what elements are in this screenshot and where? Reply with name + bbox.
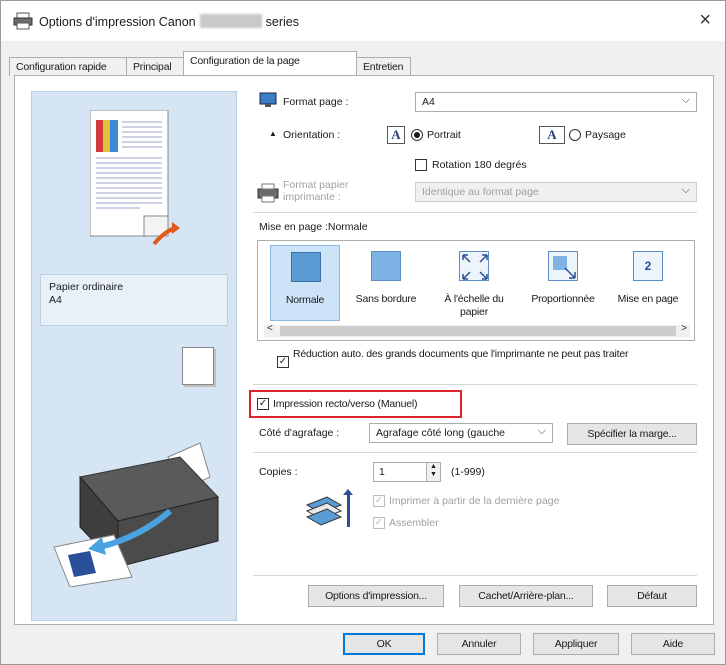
layout-item-label: Normale (285, 294, 325, 306)
stamp-background-button[interactable]: Cachet/Arrière-plan... (459, 585, 593, 607)
fit-to-page-icon (459, 251, 489, 281)
specify-margin-button[interactable]: Spécifier la marge... (567, 423, 697, 445)
duplex-checkbox[interactable]: ✓ (257, 398, 269, 410)
default-button[interactable]: Défaut (607, 585, 697, 607)
window-title: Options d'impression Canon series (39, 14, 299, 29)
print-last-first-label: Imprimer à partir de la dernière page (389, 495, 560, 507)
page-preview-icon (89, 109, 182, 253)
multi-page-layout-icon: 2 (633, 251, 663, 281)
printer-paper-label: Format papier imprimante : (283, 179, 348, 203)
cancel-button[interactable]: Annuler (437, 633, 521, 655)
format-page-value: A4 (422, 96, 435, 108)
normal-layout-icon (291, 252, 321, 282)
layout-scrollbar[interactable]: < > (264, 323, 690, 337)
print-last-first-checkbox[interactable]: ✓ (373, 495, 385, 507)
auto-reduce-label: Réduction auto. des grands documents que… (293, 348, 629, 360)
redacted-model (199, 14, 262, 28)
paper-type: Papier ordinaire (49, 281, 124, 293)
paper-thumbnail-icon (182, 347, 214, 385)
portrait-label: Portrait (427, 129, 461, 141)
rotation-label: Rotation 180 degrés (432, 159, 527, 171)
chevron-down-icon: ⌵ (681, 94, 690, 106)
collate-checkbox[interactable]: ✓ (373, 517, 385, 529)
printer-paper-label-line2: imprimante : (283, 191, 341, 203)
copies-stepper[interactable]: ▲ ▼ (426, 463, 440, 481)
tab-configuration-rapide[interactable]: Configuration rapide (9, 57, 127, 76)
layout-selector: Normale Sans bordure À l'échelle du papi… (257, 240, 695, 341)
scrollbar-thumb[interactable] (280, 326, 676, 336)
layout-item-label: Proportionnée (531, 293, 595, 305)
layout-item-sans-bordure[interactable]: Sans bordure (348, 245, 424, 321)
tab-configuration-de-la-page[interactable]: Configuration de la page (183, 51, 357, 75)
print-options-button[interactable]: Options d'impression... (308, 585, 444, 607)
printer-paper-label-line1: Format papier (283, 179, 349, 191)
collate-label: Assembler (389, 517, 439, 529)
layout-item-label: À l'échelle du papier (444, 293, 504, 318)
chevron-down-icon: ⌵ (681, 184, 690, 196)
printer-paper-icon (256, 183, 280, 206)
scaled-layout-icon (548, 251, 578, 281)
title-bar: Options d'impression Canon series × (1, 1, 725, 41)
print-options-window: Options d'impression Canon series × Confi… (0, 0, 726, 665)
separator (253, 212, 697, 213)
portrait-orientation-icon: A (387, 126, 405, 144)
window-title-suffix: series (265, 15, 299, 29)
portrait-radio[interactable] (411, 129, 423, 141)
stapling-select[interactable]: Agrafage côté long (gauche ⌵ (369, 423, 553, 443)
format-page-select[interactable]: A4 ⌵ (415, 92, 697, 112)
layout-item-label: Sans bordure (355, 293, 417, 305)
format-page-label: Format page : (283, 96, 349, 108)
printer-paper-value: Identique au format page (422, 186, 539, 198)
layout-item-mise-en-page[interactable]: 2 Mise en page (608, 245, 688, 321)
stapling-value: Agrafage côté long (gauche (376, 427, 506, 439)
tab-entretien[interactable]: Entretien (356, 57, 411, 76)
layout-item-label: Mise en page (617, 293, 679, 305)
auto-reduce-checkbox[interactable]: ✓ (277, 356, 289, 368)
copies-label: Copies : (259, 466, 298, 478)
layout-item-echelle[interactable]: À l'échelle du papier (432, 245, 516, 325)
landscape-orientation-icon: A (539, 126, 565, 144)
stapling-label: Côté d'agrafage : (259, 427, 340, 439)
separator (253, 575, 697, 576)
help-button[interactable]: Aide (631, 633, 715, 655)
printer-icon (13, 12, 33, 33)
printer-illustration-icon (50, 437, 220, 590)
orientation-label: Orientation : (283, 129, 341, 141)
landscape-radio[interactable] (569, 129, 581, 141)
preview-pane: Papier ordinaire A4 (31, 91, 237, 621)
window-title-prefix: Options d'impression Canon (39, 15, 196, 29)
tab-principal[interactable]: Principal (126, 57, 186, 76)
layout-item-proportionnee[interactable]: Proportionnée (522, 245, 604, 321)
apply-button[interactable]: Appliquer (533, 633, 619, 655)
separator (253, 452, 697, 453)
scroll-left-icon[interactable]: < (267, 323, 273, 334)
page-format-icon (259, 92, 277, 111)
scroll-right-icon[interactable]: > (681, 323, 687, 334)
layout-header: Mise en page :Normale (259, 221, 368, 233)
collate-stack-icon (303, 487, 355, 534)
paper-size: A4 (49, 294, 62, 306)
separator (253, 384, 697, 385)
ok-button[interactable]: OK (343, 633, 425, 655)
paper-info-box: Papier ordinaire A4 (40, 274, 228, 326)
chevron-down-icon: ⌵ (535, 425, 546, 438)
landscape-label: Paysage (585, 129, 626, 141)
duplex-label: Impression recto/verso (Manuel) (273, 398, 418, 410)
copies-input[interactable]: 1 ▲ ▼ (373, 462, 441, 482)
layout-item-normale[interactable]: Normale (270, 245, 340, 321)
bullet-icon: ▲ (269, 129, 277, 138)
copies-range: (1-999) (451, 466, 485, 478)
copies-value: 1 (379, 466, 385, 478)
rotation-checkbox[interactable] (415, 159, 427, 171)
close-button[interactable]: × (699, 9, 711, 32)
borderless-layout-icon (371, 251, 401, 281)
printer-paper-select[interactable]: Identique au format page ⌵ (415, 182, 697, 202)
